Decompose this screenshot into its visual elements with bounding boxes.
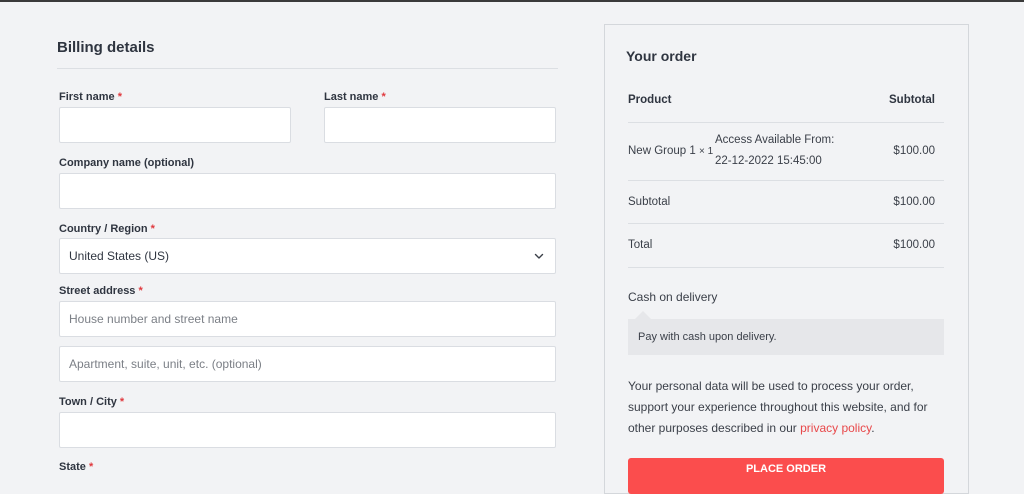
privacy-policy-link[interactable]: privacy policy — [800, 421, 871, 435]
place-order-button[interactable]: Place order — [628, 458, 944, 494]
total-label: Total — [628, 239, 653, 251]
company-label-text: Company name (optional) — [59, 157, 195, 169]
city-label-text: Town / City — [59, 396, 117, 408]
first-name-label: First name * — [59, 91, 122, 103]
order-divider — [628, 267, 944, 268]
company-label: Company name (optional) — [59, 157, 194, 169]
payment-box-notch — [635, 311, 651, 319]
place-order-label: Place order — [745, 463, 827, 475]
order-divider — [628, 122, 944, 123]
billing-divider — [57, 68, 558, 69]
required-mark: * — [150, 223, 155, 235]
required-mark: * — [88, 461, 94, 473]
last-name-label-text: Last name — [324, 91, 379, 103]
order-divider — [628, 223, 944, 224]
company-input[interactable] — [59, 173, 556, 209]
subtotal-value: $100.00 — [893, 196, 935, 208]
item-quantity: × 1 — [698, 146, 714, 157]
product-column-header: Product — [628, 94, 672, 106]
item-price: $100.00 — [893, 145, 935, 157]
street-label-text: Street address — [59, 285, 136, 297]
first-name-input[interactable] — [59, 107, 291, 143]
payment-method-cod[interactable]: Cash on delivery — [628, 290, 717, 304]
subtotal-label: Subtotal — [628, 196, 671, 208]
street-line2-input[interactable] — [59, 346, 556, 382]
privacy-notice-end: . — [871, 421, 875, 435]
required-mark: * — [119, 396, 125, 408]
required-mark: * — [138, 285, 143, 297]
city-input[interactable] — [59, 412, 556, 448]
order-divider — [628, 180, 944, 181]
item-access-line1: Access Available From: — [715, 134, 835, 146]
required-mark: * — [381, 91, 386, 103]
billing-title: Billing details — [57, 39, 155, 56]
total-value: $100.00 — [893, 239, 935, 251]
street-line1-input[interactable] — [59, 301, 556, 337]
order-summary: Your order Product Subtotal New Group 1 … — [604, 24, 969, 494]
order-title: Your order — [626, 48, 697, 64]
privacy-notice: Your personal data will be used to proce… — [628, 376, 948, 439]
item-name-text: New Group 1 — [628, 145, 696, 157]
last-name-label: Last name * — [324, 91, 386, 103]
required-mark: * — [117, 91, 122, 103]
country-selected-value: United States (US) — [69, 249, 170, 263]
country-select[interactable]: United States (US) — [59, 238, 556, 274]
privacy-notice-text: Your personal data will be used to proce… — [628, 379, 928, 435]
first-name-label-text: First name — [59, 91, 115, 103]
street-label: Street address * — [59, 285, 143, 297]
payment-description: Pay with cash upon delivery. — [628, 319, 944, 355]
country-label-text: Country / Region — [59, 223, 148, 235]
last-name-input[interactable] — [324, 107, 556, 143]
state-label: State * — [59, 461, 93, 473]
item-access-line2: 22-12-2022 15:45:00 — [715, 155, 822, 167]
country-label: Country / Region * — [59, 223, 155, 235]
city-label: Town / City * — [59, 396, 124, 408]
state-label-text: State — [59, 461, 86, 473]
chevron-down-icon — [534, 253, 544, 259]
subtotal-column-header: Subtotal — [889, 94, 935, 106]
item-name: New Group 1 × 1 — [628, 145, 713, 157]
payment-description-text: Pay with cash upon delivery. — [638, 331, 777, 343]
top-border — [0, 0, 1024, 2]
